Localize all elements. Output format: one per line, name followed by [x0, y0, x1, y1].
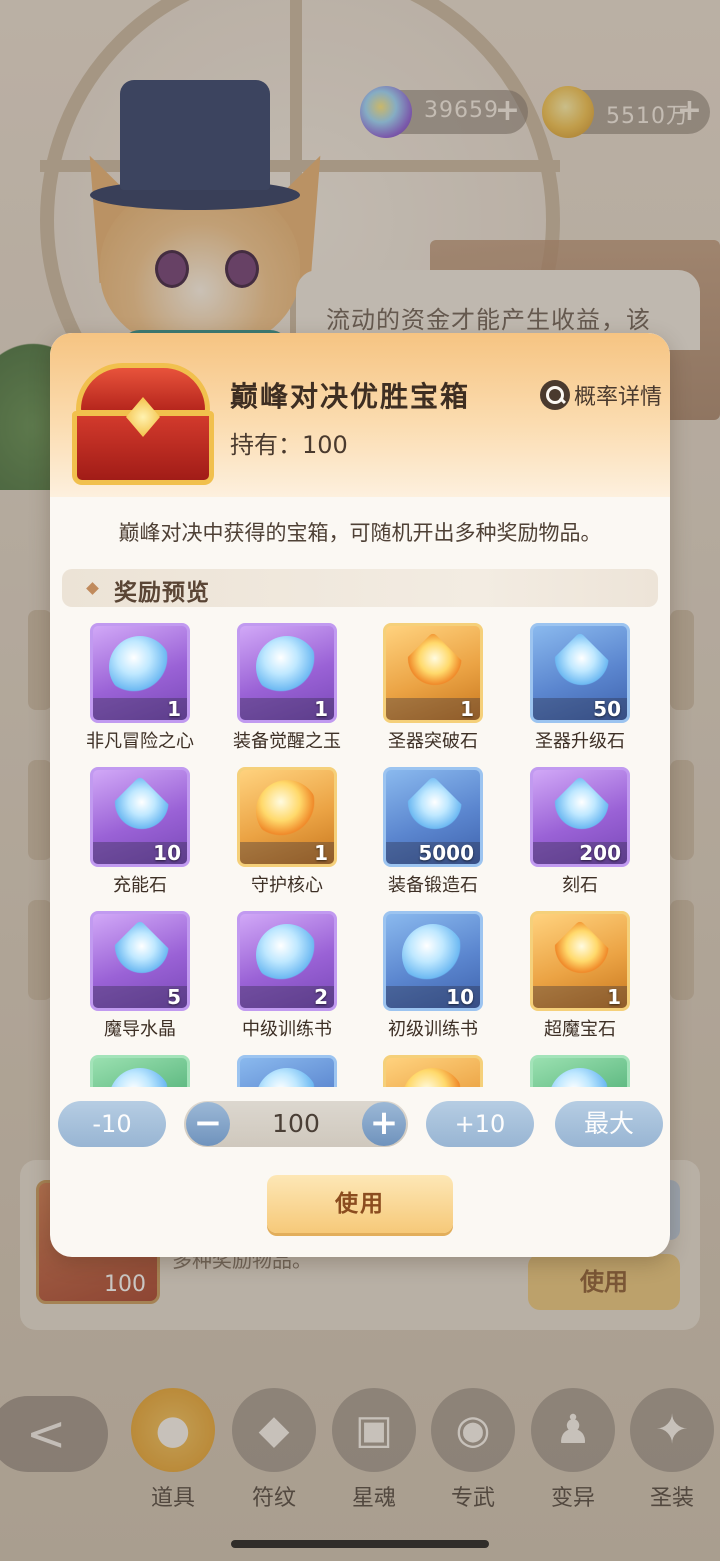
- reward-quantity: 1: [607, 985, 621, 1009]
- flame-stone-icon: [397, 631, 469, 703]
- reward-name: 充能石: [113, 875, 167, 896]
- reward-quantity: 5000: [418, 841, 474, 865]
- reward-name: 超魔宝石: [544, 1019, 616, 1040]
- reward-name: 装备觉醒之玉: [233, 731, 341, 752]
- dialog-header: 巅峰对决优胜宝箱 持有：100 概率详情: [50, 333, 670, 497]
- chest-description: 巅峰对决中获得的宝箱，可随机开出多种奖励物品。: [118, 521, 602, 545]
- book-icon: [256, 924, 318, 986]
- reward-quantity: 1: [460, 697, 474, 721]
- reward-quantity: 5: [167, 985, 181, 1009]
- orb-heart-icon: [109, 636, 171, 698]
- reward-item[interactable]: 200 刻石: [502, 761, 642, 901]
- reward-tile: 1: [530, 911, 630, 1011]
- reward-quantity: 10: [446, 985, 474, 1009]
- max-button[interactable]: 最大: [555, 1101, 663, 1147]
- section-title: 奖励预览: [114, 580, 210, 606]
- reward-name: 中级训练书: [242, 1019, 332, 1040]
- reward-item[interactable]: 5 魔导水晶: [62, 905, 202, 1045]
- treasure-chest-icon: [68, 363, 218, 487]
- guardian-core-icon: [256, 780, 318, 842]
- spirit-stone-icon: [544, 631, 616, 703]
- reward-quantity: 10: [153, 841, 181, 865]
- reward-tile: 5: [90, 911, 190, 1011]
- quantity-value[interactable]: 100: [234, 1101, 358, 1147]
- reward-tile: 1: [383, 623, 483, 723]
- crystal-cluster-icon: [104, 775, 176, 847]
- reward-item[interactable]: 5000 装备锻造石: [355, 761, 495, 901]
- gemstone-icon: [544, 919, 616, 991]
- plus-10-button[interactable]: +10: [426, 1101, 534, 1147]
- reward-name: 初级训练书: [388, 1019, 478, 1040]
- reward-item[interactable]: 1 非凡冒险之心: [62, 617, 202, 757]
- reward-name: 圣器升级石: [535, 731, 625, 752]
- reward-item[interactable]: 1 守护核心: [209, 761, 349, 901]
- reward-name: 装备锻造石: [388, 875, 478, 896]
- diamond-icon: [86, 582, 99, 595]
- reward-grid[interactable]: 1 非凡冒险之心 1 装备觉醒之玉 1 圣器突破石 50 圣器升级石 10 充能石 1 守护核心 500…: [62, 617, 658, 1087]
- reward-tile: 1: [237, 623, 337, 723]
- reward-quantity: 1: [314, 841, 328, 865]
- reward-item[interactable]: [62, 1049, 202, 1087]
- reward-item[interactable]: 10 初级训练书: [355, 905, 495, 1045]
- reward-tile: [383, 1055, 483, 1087]
- reward-quantity: 50: [593, 697, 621, 721]
- partial-item-icon: [549, 1068, 611, 1087]
- book-icon: [402, 924, 464, 986]
- reward-item[interactable]: [502, 1049, 642, 1087]
- reward-tile: 10: [90, 767, 190, 867]
- reward-quantity: 2: [314, 985, 328, 1009]
- magic-crystal-icon: [104, 919, 176, 991]
- reward-tile: 1: [90, 623, 190, 723]
- reward-item[interactable]: 1 超魔宝石: [502, 905, 642, 1045]
- partial-item-icon: [256, 1068, 318, 1087]
- reward-item[interactable]: 10 充能石: [62, 761, 202, 901]
- reward-tile: 10: [383, 911, 483, 1011]
- orb-jade-icon: [256, 636, 318, 698]
- reward-name: 魔导水晶: [104, 1019, 176, 1040]
- reward-item[interactable]: 1 圣器突破石: [355, 617, 495, 757]
- reward-quantity: 1: [167, 697, 181, 721]
- chest-dialog: 巅峰对决优胜宝箱 持有：100 概率详情 巅峰对决中获得的宝箱，可随机开出多种奖…: [50, 333, 670, 1257]
- reward-name: 非凡冒险之心: [86, 731, 194, 752]
- partial-item-icon: [402, 1068, 464, 1087]
- reward-tile: 2: [237, 911, 337, 1011]
- quantity-stepper[interactable]: − 100 +: [184, 1101, 408, 1147]
- reward-tile: 5000: [383, 767, 483, 867]
- reward-tile: [90, 1055, 190, 1087]
- probability-details-link[interactable]: 概率详情: [540, 379, 662, 413]
- reward-quantity: 200: [579, 841, 621, 865]
- reward-name: 守护核心: [251, 875, 323, 896]
- reward-tile: 1: [237, 767, 337, 867]
- minus-10-button[interactable]: -10: [58, 1101, 166, 1147]
- rune-crystal-icon: [544, 775, 616, 847]
- reward-name: 刻石: [562, 875, 598, 896]
- reward-item[interactable]: [209, 1049, 349, 1087]
- held-count: 持有：100: [230, 431, 348, 459]
- increment-button[interactable]: +: [362, 1102, 406, 1146]
- reward-tile: [530, 1055, 630, 1087]
- magnifier-icon: [540, 380, 570, 410]
- reward-tile: 200: [530, 767, 630, 867]
- decrement-button[interactable]: −: [186, 1102, 230, 1146]
- reward-item[interactable]: 50 圣器升级石: [502, 617, 642, 757]
- dialog-title: 巅峰对决优胜宝箱: [230, 380, 471, 413]
- reward-tile: [237, 1055, 337, 1087]
- partial-item-icon: [109, 1068, 171, 1087]
- reward-quantity: 1: [314, 697, 328, 721]
- reward-item[interactable]: [355, 1049, 495, 1087]
- use-button[interactable]: 使用: [267, 1175, 453, 1233]
- reward-preview-header: 奖励预览: [62, 569, 658, 607]
- reward-item[interactable]: 2 中级训练书: [209, 905, 349, 1045]
- reward-name: 圣器突破石: [388, 731, 478, 752]
- reward-item[interactable]: 1 装备觉醒之玉: [209, 617, 349, 757]
- reward-tile: 50: [530, 623, 630, 723]
- probability-label: 概率详情: [574, 385, 663, 410]
- forge-stone-icon: [397, 775, 469, 847]
